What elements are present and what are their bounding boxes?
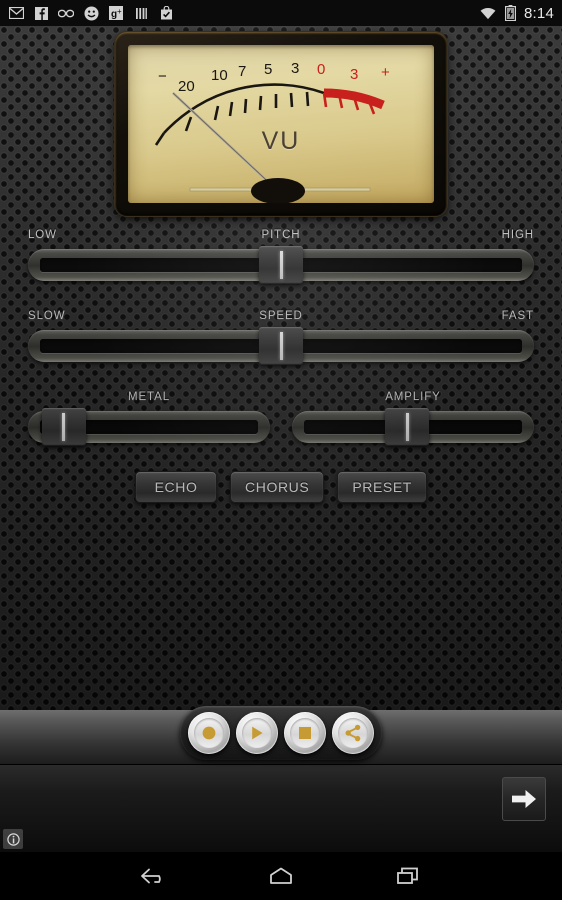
pitch-slider-track[interactable] — [28, 246, 534, 284]
share-button[interactable] — [332, 712, 374, 754]
bars-icon — [133, 5, 149, 21]
vu-scale-minus: − — [158, 68, 167, 85]
share-icon — [345, 724, 361, 742]
amplify-slider-thumb[interactable] — [385, 408, 430, 446]
svg-text:0: 0 — [317, 61, 325, 78]
svg-text:3: 3 — [350, 66, 358, 83]
recents-icon — [397, 867, 419, 884]
stop-icon — [299, 727, 311, 739]
pitch-slider-labels: LOW PITCH HIGH — [28, 229, 534, 245]
status-bar-system-icons: 8:14 — [480, 5, 554, 22]
pitch-title-label: PITCH — [261, 229, 301, 241]
play-button[interactable] — [236, 712, 278, 754]
speed-slider-group: SLOW SPEED FAST — [28, 310, 534, 365]
speed-slider-thumb[interactable] — [259, 327, 303, 365]
android-nav-bar — [0, 852, 562, 900]
pitch-slider-thumb[interactable] — [259, 246, 303, 284]
ad-banner[interactable] — [0, 764, 562, 852]
svg-text:+: + — [117, 7, 122, 16]
amplify-slider-track[interactable] — [292, 408, 534, 446]
svg-text:+: + — [381, 64, 390, 81]
status-bar-notification-icons: g + — [8, 5, 174, 21]
app-root: g + 8:14 − 20 10 7 5 3 0 3 + VU LOW PITC… — [0, 0, 562, 900]
arrow-right-icon — [512, 790, 536, 808]
status-bar-clock: 8:14 — [524, 4, 554, 22]
metal-slider-thumb[interactable] — [41, 408, 86, 446]
metal-slider-group: METAL — [28, 391, 270, 446]
vu-meter-label: VU — [261, 127, 301, 156]
svg-text:7: 7 — [238, 63, 246, 80]
wifi-icon — [480, 5, 496, 21]
shopping-bag-check-icon — [158, 5, 174, 21]
share-button-face — [338, 718, 368, 748]
svg-text:20: 20 — [178, 78, 195, 95]
speed-slider-labels: SLOW SPEED FAST — [28, 310, 534, 326]
info-icon — [6, 832, 20, 846]
status-bar: g + 8:14 — [0, 0, 562, 26]
record-button-face — [194, 718, 224, 748]
vu-meter-face: − 20 10 7 5 3 0 3 + VU — [128, 45, 434, 203]
metal-title-label: METAL — [128, 391, 170, 403]
ad-arrow-button[interactable] — [502, 777, 546, 821]
battery-charging-icon — [502, 5, 518, 21]
recents-button[interactable] — [382, 856, 434, 896]
transport-controls — [180, 706, 382, 760]
speed-slider-track[interactable] — [28, 327, 534, 365]
echo-button[interactable]: ECHO — [135, 471, 218, 503]
record-icon — [202, 726, 216, 740]
preset-button[interactable]: PRESET — [337, 471, 427, 503]
ad-info-button[interactable] — [3, 829, 23, 849]
play-button-face — [242, 718, 272, 748]
home-button[interactable] — [255, 856, 307, 896]
svg-text:3: 3 — [291, 60, 299, 77]
back-button[interactable] — [128, 856, 180, 896]
amplify-slider-labels: AMPLIFY — [292, 391, 534, 407]
stop-button[interactable] — [284, 712, 326, 754]
facebook-icon — [33, 5, 49, 21]
amplify-title-label: AMPLIFY — [385, 391, 441, 403]
smiley-icon — [83, 5, 99, 21]
chorus-button[interactable]: CHORUS — [230, 471, 325, 503]
metal-slider-labels: METAL — [28, 391, 270, 407]
svg-text:10: 10 — [211, 67, 228, 84]
back-arrow-icon — [140, 868, 161, 884]
speed-title-label: SPEED — [259, 310, 303, 322]
vu-meter-scale: − 20 10 7 5 3 0 3 + — [154, 60, 390, 203]
gmail-icon — [8, 5, 24, 21]
metal-slider-track[interactable] — [28, 408, 270, 446]
glasses-icon — [58, 5, 74, 21]
play-icon — [252, 726, 263, 740]
amplify-slider-group: AMPLIFY — [292, 391, 534, 446]
google-plus-icon: g + — [108, 5, 124, 21]
main-panel: − 20 10 7 5 3 0 3 + VU LOW PITCH HIGH SL… — [0, 26, 562, 710]
stop-button-face — [290, 718, 320, 748]
pitch-slider-group: LOW PITCH HIGH — [28, 229, 534, 284]
fx-button-row: ECHO CHORUS PRESET — [0, 471, 562, 503]
svg-text:5: 5 — [264, 61, 272, 78]
record-button[interactable] — [188, 712, 230, 754]
home-icon — [270, 867, 292, 884]
vu-meter: − 20 10 7 5 3 0 3 + VU — [115, 32, 447, 216]
